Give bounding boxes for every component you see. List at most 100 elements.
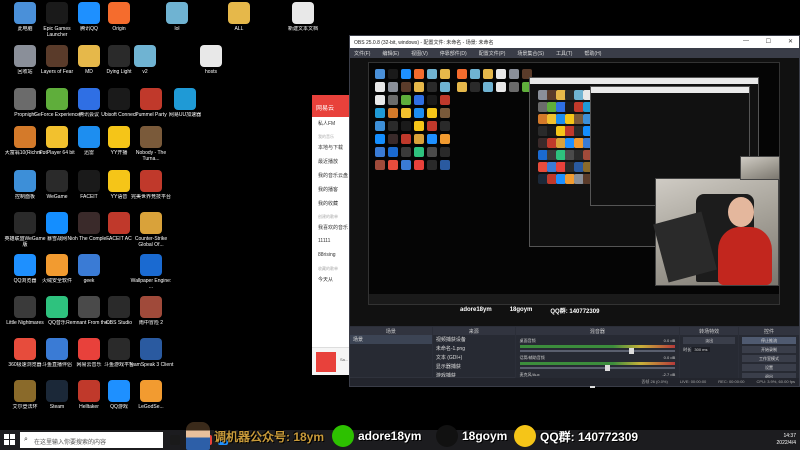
obs-menu-item[interactable]: 帮助(H) xyxy=(584,50,601,57)
desktop-icon[interactable]: 完美世界竞技平台 xyxy=(128,170,174,200)
preview-desktop-icon xyxy=(509,69,519,79)
preview-desktop-icon xyxy=(427,95,437,105)
music-sidebar-item[interactable]: 今天从 xyxy=(312,273,354,287)
dock-list-item[interactable]: 场景 xyxy=(350,335,432,344)
desktop-icon[interactable]: ALL xyxy=(216,2,262,32)
volume-slider-handle[interactable] xyxy=(605,365,611,371)
volume-slider[interactable] xyxy=(519,348,676,354)
game-platform-icon xyxy=(108,338,130,360)
obs-taskbar-icon[interactable] xyxy=(170,435,180,445)
obs-control-button[interactable]: 开始录制 xyxy=(742,346,796,353)
obs-menu-item[interactable]: 文件(F) xyxy=(354,50,370,57)
desktop-icon-label: Wallpaper Engine: ... xyxy=(130,278,172,290)
windows-start-icon[interactable] xyxy=(4,434,16,446)
desktop-icon[interactable]: Nobody - The Turna... xyxy=(128,126,174,162)
music-sidebar-item[interactable]: 我喜欢的音乐 xyxy=(312,221,354,235)
dock-list-item[interactable]: 显示器捕获 xyxy=(433,362,515,371)
desktop-icon[interactable]: TeamSpeak 3 Client xyxy=(128,338,174,368)
music-sidebar-item[interactable]: 私人FM xyxy=(312,117,354,131)
mixer-track: 话筒/辅助音频 0.0 dB xyxy=(519,355,676,371)
desktop-icon[interactable]: v2 xyxy=(122,45,168,75)
obs-preview[interactable]: adore18ym 18goym QQ群: 140772309 xyxy=(350,58,799,326)
streamer-head xyxy=(728,197,754,227)
obs-menu-item[interactable]: 场景集合(S) xyxy=(517,50,544,57)
desktop-icon[interactable]: 新建文本文档 xyxy=(280,2,326,32)
lol-icon xyxy=(14,212,36,234)
preview-desktop-icon xyxy=(401,121,411,131)
obs-window[interactable]: OBS 25.0.8 (32-bit, windows) - 配置文件: 未命名… xyxy=(349,35,800,388)
close-icon[interactable]: ✕ xyxy=(788,38,793,45)
status-rec: REC: 00:00:00 xyxy=(718,379,745,384)
scenes-dock-title: 场景 xyxy=(350,327,432,335)
desktop-icon[interactable]: lol xyxy=(154,2,200,32)
music-sidebar-item[interactable]: 我的收藏 xyxy=(312,197,354,211)
dock-list-item[interactable]: 文本 (GDI+) xyxy=(433,353,515,362)
music-sidebar-item[interactable]: 11111 xyxy=(312,235,354,249)
obs-menu-item[interactable]: 编辑(E) xyxy=(382,50,399,57)
music-sidebar-item[interactable]: 我的音乐云盘 xyxy=(312,169,354,183)
desktop-icon[interactable]: 雨中冒险 2 xyxy=(128,296,174,326)
mixer-dock: 混音器 桌面音频 0.0 dB 话筒/辅助音频 0.0 dB 麦克风/Aux -2.7 d… xyxy=(515,327,680,388)
preview-desktop-icon xyxy=(401,95,411,105)
desktop-icon-label: 网易UU加速器 xyxy=(168,112,202,118)
preview-desktop-icon xyxy=(414,108,424,118)
webcam-feed xyxy=(653,178,779,286)
obs-title: OBS 25.0.8 (32-bit, windows) - 配置文件: 未命名… xyxy=(354,40,494,46)
music-sidebar-item[interactable]: 本地与下载 xyxy=(312,141,354,155)
volume-slider[interactable] xyxy=(519,365,676,371)
obs-control-button[interactable]: 停止推流 xyxy=(742,337,796,344)
duration-input[interactable]: 300 ms xyxy=(692,347,710,352)
dock-list-item[interactable]: 视频捕获设备 xyxy=(433,335,515,344)
desktop-icon[interactable]: Origin xyxy=(96,2,142,32)
obs-menu-item[interactable]: 配置文件(P) xyxy=(479,50,506,57)
desktop-icon[interactable]: Counter-Strike Global Of... xyxy=(128,212,174,248)
obs-menu-item[interactable]: 停靠部件(D) xyxy=(440,50,467,57)
scenes-dock: 场景 场景 ＋－∧∨ xyxy=(350,327,432,385)
preview-desktop-icon xyxy=(414,121,424,131)
preview-desktop-icon xyxy=(427,147,437,157)
preview-desktop-icon xyxy=(375,147,385,157)
desktop-icon[interactable]: 网易UU加速器 xyxy=(162,88,208,118)
preview-desktop-icon xyxy=(414,134,424,144)
netease-music-window[interactable]: 网易云 私人FM 我的音乐 本地与下载 最近播放 我的音乐云盘 我的播客 我的收藏 创建的歌单… xyxy=(312,95,354,375)
mixer-track-name: 话筒/辅助音频 xyxy=(519,355,545,360)
desktop-icon[interactable]: Wallpaper Engine: ... xyxy=(128,254,174,290)
system-tray-clock[interactable]: 14:37 2022/4/4 xyxy=(777,433,796,447)
preview-desktop-icon xyxy=(375,95,385,105)
preview-desktop-icon xyxy=(414,147,424,157)
desktop-icon[interactable]: hosts xyxy=(188,45,234,75)
transition-select[interactable]: 淡出 xyxy=(683,337,736,344)
taskbar-search-input[interactable]: ⌕ 在这里输入你要搜索的内容 xyxy=(20,432,163,448)
obs-menu-item[interactable]: 工具(T) xyxy=(556,50,572,57)
steam-icon xyxy=(46,380,68,402)
volume-slider-handle[interactable] xyxy=(628,348,634,354)
music-titlebar: 网易云 xyxy=(312,95,354,117)
controls-dock: 控件 停止推流 开始录制 工作室模式 设置 退出 xyxy=(739,327,799,385)
desktop-icon[interactable]: LeGodSe... xyxy=(128,380,174,410)
preview-desktop-icon xyxy=(457,69,467,79)
obs-menu-item[interactable]: 视图(V) xyxy=(411,50,428,57)
desktop-icon[interactable]: geek xyxy=(66,254,112,284)
album-cover[interactable] xyxy=(316,352,336,372)
music-player-bar: Sa... xyxy=(312,347,354,375)
dock-list-item[interactable]: 未命名-1.png xyxy=(433,344,515,353)
music-sidebar-item[interactable]: 我的播客 xyxy=(312,183,354,197)
music-sidebar-item[interactable]: 最近播放 xyxy=(312,155,354,169)
uu-icon xyxy=(174,88,196,110)
desktop-icon-label: lol xyxy=(174,26,180,32)
obs-control-button[interactable]: 设置 xyxy=(742,364,796,371)
obs-control-button[interactable]: 工作室模式 xyxy=(742,355,796,362)
minimize-icon[interactable]: — xyxy=(743,38,749,44)
preview-taskbar xyxy=(369,294,779,304)
preview-desktop-icon xyxy=(440,108,450,118)
preview-overlay-item: 18goym xyxy=(509,307,533,313)
music-sidebar-item[interactable]: 88rising xyxy=(312,249,354,263)
game-icon xyxy=(140,296,162,318)
sources-dock: 来源 视频捕获设备未命名-1.png文本 (GDI+)显示器捕获游戏捕获 ＋－⚙… xyxy=(432,327,515,385)
preview-desktop-icon xyxy=(401,108,411,118)
teamspeak-icon xyxy=(140,338,162,360)
status-live: LIVE: 00:00:00 xyxy=(679,379,707,384)
desktop-icon-label: geek xyxy=(83,278,95,284)
preview-desktop-icon xyxy=(401,134,411,144)
maximize-icon[interactable]: ☐ xyxy=(766,38,771,45)
